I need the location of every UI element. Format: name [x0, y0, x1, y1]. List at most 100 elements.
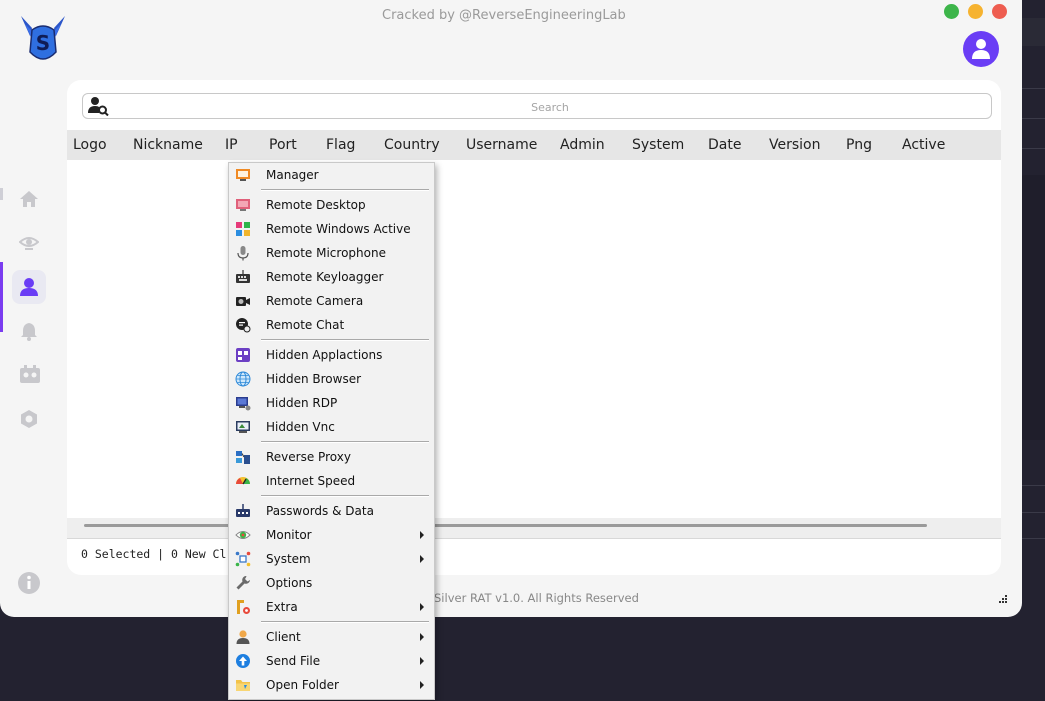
- menu-item-extra[interactable]: Extra: [231, 596, 432, 618]
- scrollbar-thumb[interactable]: [84, 524, 927, 527]
- submenu-arrow-icon: [420, 657, 424, 665]
- microphone-icon: [237, 246, 249, 261]
- horizontal-scrollbar[interactable]: [67, 518, 1001, 538]
- rdp-icon: [236, 397, 251, 411]
- client-context-menu: Manager Remote Desktop Remote Windows Ac…: [228, 162, 435, 700]
- footer-copyright: Silver RAT v1.0. All Rights Reserved: [434, 591, 639, 605]
- folder-icon: [236, 680, 250, 691]
- app-logo-icon: S: [21, 16, 65, 60]
- submenu-arrow-icon: [420, 555, 424, 563]
- column-header-ip[interactable]: IP: [225, 137, 238, 153]
- chat-icon: [236, 318, 251, 333]
- column-header-logo[interactable]: Logo: [73, 137, 107, 153]
- menu-separator: [261, 340, 429, 341]
- wrench-icon: [236, 576, 250, 590]
- eye-monitor-icon: [235, 531, 251, 539]
- user-icon: [20, 278, 38, 296]
- menu-item-monitor[interactable]: Monitor: [231, 524, 432, 546]
- menu-item-internet-speed[interactable]: Internet Speed: [231, 470, 432, 492]
- globe-icon: [235, 371, 251, 387]
- sidebar-item-clients[interactable]: [12, 270, 46, 304]
- menu-item-remote-chat[interactable]: Remote Chat: [231, 314, 432, 336]
- home-icon: [20, 191, 38, 207]
- menu-separator: [261, 442, 429, 443]
- submenu-arrow-icon: [420, 633, 424, 641]
- search-input[interactable]: [113, 94, 987, 120]
- upload-icon: [236, 654, 250, 668]
- column-header-admin[interactable]: Admin: [560, 137, 605, 153]
- passwords-icon: [236, 504, 250, 517]
- menu-item-remote-windows-active[interactable]: Remote Windows Active: [231, 218, 432, 240]
- menu-separator: [261, 190, 429, 191]
- column-header-nickname[interactable]: Nickname: [133, 137, 203, 153]
- manager-icon: [236, 169, 250, 181]
- menu-item-hidden-browser[interactable]: Hidden Browser: [231, 368, 432, 390]
- column-header-active[interactable]: Active: [902, 137, 945, 153]
- system-icon: [235, 551, 251, 567]
- menu-item-remote-keylogger[interactable]: Remote Keyloagger: [231, 266, 432, 288]
- sidebar-item-home[interactable]: [12, 182, 46, 216]
- menu-item-hidden-applications[interactable]: Hidden Applactions: [231, 344, 432, 366]
- sidebar-item-plugins[interactable]: [12, 358, 46, 392]
- column-header-date[interactable]: Date: [708, 137, 741, 153]
- menu-item-passwords-data[interactable]: Passwords & Data: [231, 500, 432, 522]
- settings-icon: [21, 410, 37, 428]
- svg-text:S: S: [36, 31, 50, 55]
- user-search-icon: [88, 97, 109, 116]
- maximize-button[interactable]: [968, 4, 983, 19]
- sidebar-item-monitor[interactable]: [12, 226, 46, 260]
- sidebar-accent: [0, 262, 3, 332]
- sidebar-accent: [0, 188, 3, 200]
- windows-icon: [236, 222, 250, 236]
- proxy-icon: [236, 451, 250, 464]
- menu-item-system[interactable]: System: [231, 548, 432, 570]
- profile-button[interactable]: [963, 31, 999, 67]
- keyboard-icon: [236, 270, 250, 283]
- clients-panel: Logo Nickname IP Port Flag Country Usern…: [67, 80, 1001, 575]
- clients-table-header: Logo Nickname IP Port Flag Country Usern…: [67, 130, 1001, 160]
- menu-item-client[interactable]: Client: [231, 626, 432, 648]
- desktop-line: [1022, 485, 1045, 486]
- menu-item-manager[interactable]: Manager: [231, 164, 432, 186]
- submenu-arrow-icon: [420, 681, 424, 689]
- eye-icon: [19, 237, 39, 250]
- menu-item-send-file[interactable]: Send File: [231, 650, 432, 672]
- menu-item-open-folder[interactable]: Open Folder: [231, 674, 432, 696]
- desktop-line: [1022, 118, 1045, 119]
- sidebar-item-notifications[interactable]: [12, 314, 46, 348]
- menu-item-remote-desktop[interactable]: Remote Desktop: [231, 194, 432, 216]
- desktop-line: [1022, 538, 1045, 539]
- camera-icon: [236, 297, 250, 306]
- desktop-line: [1022, 88, 1045, 89]
- minimize-button[interactable]: [944, 4, 959, 19]
- column-header-png[interactable]: Png: [846, 137, 872, 153]
- sidebar-item-settings[interactable]: [12, 402, 46, 436]
- menu-separator: [261, 622, 429, 623]
- column-header-port[interactable]: Port: [269, 137, 297, 153]
- menu-item-remote-microphone[interactable]: Remote Microphone: [231, 242, 432, 264]
- info-icon[interactable]: [17, 571, 41, 595]
- menu-separator: [261, 496, 429, 497]
- resize-grip-icon[interactable]: [996, 595, 1008, 605]
- extra-icon: [237, 600, 250, 614]
- column-header-flag[interactable]: Flag: [326, 137, 355, 153]
- column-header-country[interactable]: Country: [384, 137, 440, 153]
- submenu-arrow-icon: [420, 603, 424, 611]
- close-button[interactable]: [992, 4, 1007, 19]
- column-header-system[interactable]: System: [632, 137, 684, 153]
- column-header-username[interactable]: Username: [466, 137, 537, 153]
- menu-item-options[interactable]: Options: [231, 572, 432, 594]
- client-icon: [236, 630, 250, 644]
- column-header-version[interactable]: Version: [769, 137, 820, 153]
- menu-item-hidden-rdp[interactable]: Hidden RDP: [231, 392, 432, 414]
- desktop-line: [1022, 148, 1045, 149]
- desktop-line: [1022, 512, 1045, 513]
- menu-item-hidden-vnc[interactable]: Hidden Vnc: [231, 416, 432, 438]
- apps-icon: [236, 348, 250, 362]
- app-window: Cracked by @ReverseEngineeringLab S Sear…: [0, 0, 1022, 617]
- menu-item-remote-camera[interactable]: Remote Camera: [231, 290, 432, 312]
- submenu-arrow-icon: [420, 531, 424, 539]
- monitor-icon: [236, 199, 250, 211]
- menu-item-reverse-proxy[interactable]: Reverse Proxy: [231, 446, 432, 468]
- speed-icon: [236, 477, 250, 485]
